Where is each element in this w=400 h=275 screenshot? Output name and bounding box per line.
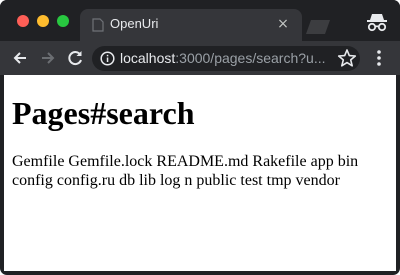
page-title: Pages#search	[12, 95, 195, 131]
tab-title: OpenUri	[110, 16, 159, 31]
browser-toolbar: localhost:3000/pages/search?u...	[0, 41, 400, 75]
url-host: localhost	[120, 50, 176, 66]
info-icon[interactable]	[100, 51, 115, 66]
new-tab-button[interactable]	[303, 19, 333, 35]
tab-close-button[interactable]: ×	[274, 15, 292, 33]
address-bar[interactable]: localhost:3000/pages/search?u...	[92, 46, 360, 71]
browser-window: OpenUri × localhost:3000/pages/search?u.…	[0, 0, 400, 275]
close-window-button[interactable]	[17, 15, 29, 27]
file-list-text: Gemfile Gemfile.lock README.md Rakefile …	[12, 153, 359, 189]
back-arrow-icon[interactable]	[9, 47, 31, 69]
title-bar: OpenUri ×	[0, 0, 400, 41]
url-path: :3000/pages/search?u...	[175, 50, 326, 66]
minimize-window-button[interactable]	[37, 15, 49, 27]
incognito-icon	[367, 14, 387, 32]
tab-openuri[interactable]: OpenUri ×	[80, 9, 302, 41]
bookmark-star-icon[interactable]	[336, 47, 358, 69]
page-favicon-icon	[92, 18, 104, 32]
maximize-window-button[interactable]	[57, 15, 69, 27]
menu-icon[interactable]	[368, 47, 390, 69]
forward-arrow-icon[interactable]	[37, 47, 59, 69]
url-text[interactable]: localhost:3000/pages/search?u...	[120, 50, 350, 67]
reload-icon[interactable]	[64, 47, 86, 69]
page-viewport: Pages#search Gemfile Gemfile.lock README…	[4, 75, 396, 271]
